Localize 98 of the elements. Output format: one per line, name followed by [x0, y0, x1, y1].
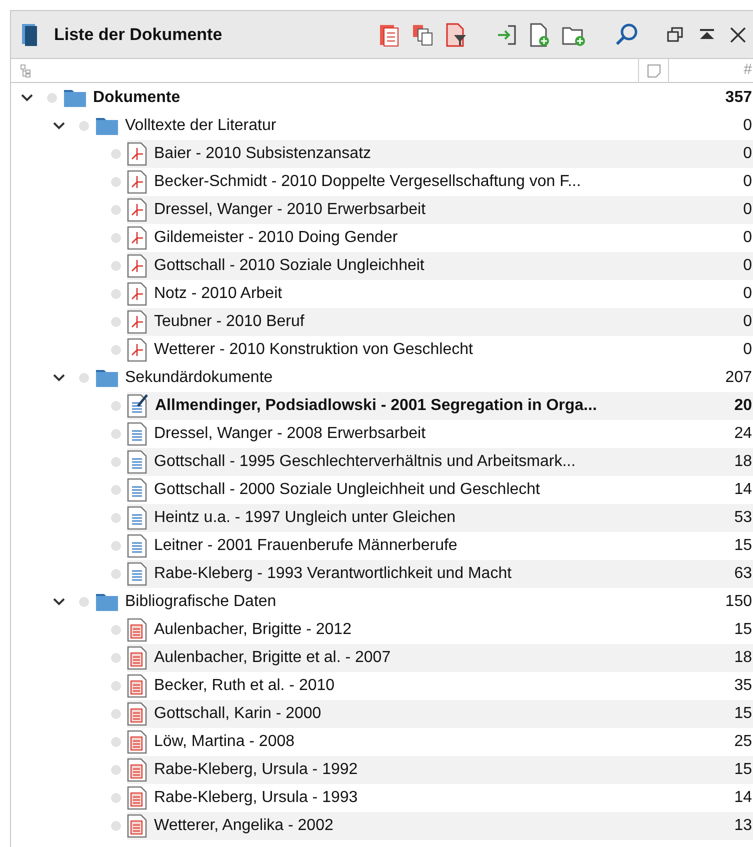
- document-label: Wetterer - 2010 Konstruktion von Geschlecht: [154, 340, 473, 360]
- document-label: Baier - 2010 Subsistenzansatz: [154, 144, 372, 164]
- memo-icon[interactable]: [646, 64, 660, 78]
- chevron-down-icon[interactable]: [52, 121, 66, 131]
- code-count: 53: [734, 508, 753, 528]
- bibliography-document-icon: [127, 758, 148, 782]
- document-filter-icon[interactable]: [444, 22, 468, 48]
- tree-row[interactable]: Bibliografische Daten 150: [11, 588, 753, 616]
- code-count: 15: [734, 704, 753, 724]
- code-count: 15: [734, 620, 753, 640]
- pdf-document-icon: [127, 226, 148, 250]
- pdf-document-icon: [127, 198, 148, 222]
- document-label: Rabe-Kleberg, Ursula - 1992: [154, 760, 358, 780]
- panel-title: Liste der Dokumente: [54, 24, 222, 46]
- code-count: 14: [734, 788, 753, 808]
- folder-label: Dokumente: [93, 88, 180, 108]
- tree-row[interactable]: Dokumente 357: [11, 84, 753, 112]
- tree-row[interactable]: Sekundärdokumente 207: [11, 364, 753, 392]
- search-icon[interactable]: [614, 22, 640, 48]
- tree-row[interactable]: Dressel, Wanger - 2008 Erwerbsarbeit 24: [11, 420, 753, 448]
- folder-label: Bibliografische Daten: [125, 592, 276, 612]
- code-count: 20: [734, 396, 753, 416]
- folder-icon: [95, 592, 119, 612]
- chevron-down-icon[interactable]: [52, 373, 66, 383]
- document-label: Löw, Martina - 2008: [154, 732, 295, 752]
- code-count: 35: [734, 676, 753, 696]
- document-label: Rabe-Kleberg - 1993 Verantwortlichkeit und Macht: [154, 564, 512, 584]
- code-count: 24: [734, 424, 753, 444]
- tree-row[interactable]: Notz - 2010 Arbeit 0: [11, 280, 753, 308]
- code-count: 0: [743, 200, 753, 220]
- document-label: Gottschall, Karin - 2000: [154, 704, 322, 724]
- document-label: Becker, Ruth et al. - 2010: [154, 676, 335, 696]
- code-count: 15: [734, 760, 753, 780]
- folder-icon: [95, 116, 119, 136]
- document-label: Rabe-Kleberg, Ursula - 1993: [154, 788, 358, 808]
- tree-row[interactable]: Rabe-Kleberg, Ursula - 1993 14: [11, 784, 753, 812]
- pdf-document-icon: [127, 338, 148, 362]
- code-count: 15: [734, 536, 753, 556]
- folder-icon: [63, 88, 87, 108]
- document-label: Wetterer, Angelika - 2002: [154, 816, 334, 836]
- code-count: 150: [725, 592, 753, 612]
- bibliography-document-icon: [127, 730, 148, 754]
- code-count: 13: [734, 816, 753, 836]
- tree-row[interactable]: Becker, Ruth et al. - 2010 35: [11, 672, 753, 700]
- code-count: 18: [734, 648, 753, 668]
- code-count: 0: [743, 144, 753, 164]
- bibliography-document-icon: [127, 618, 148, 642]
- bibliography-document-icon: [127, 814, 148, 838]
- folder-label: Sekundärdokumente: [125, 368, 273, 388]
- tree-row[interactable]: Gildemeister - 2010 Doing Gender 0: [11, 224, 753, 252]
- chevron-down-icon[interactable]: [20, 93, 34, 103]
- bibliography-document-icon: [127, 646, 148, 670]
- code-count: 0: [743, 284, 753, 304]
- code-count: 14: [734, 480, 753, 500]
- document-label: Dressel, Wanger - 2008 Erwerbsarbeit: [154, 424, 426, 444]
- document-label: Aulenbacher, Brigitte - 2012: [154, 620, 352, 640]
- pdf-document-icon: [127, 310, 148, 334]
- folder-icon: [95, 368, 119, 388]
- bibliography-document-icon: [127, 674, 148, 698]
- bibliography-document-icon: [127, 786, 148, 810]
- code-count: 357: [725, 88, 753, 108]
- tree-row[interactable]: Leitner - 2001 Frauenberufe Männerberufe 15: [11, 532, 753, 560]
- document-label: Gottschall - 2000 Soziale Ungleichheit und Geschlecht: [154, 480, 540, 500]
- document-label: Notz - 2010 Arbeit: [154, 284, 282, 304]
- code-count: 0: [743, 340, 753, 360]
- code-count: 0: [743, 312, 753, 332]
- code-count: 25: [734, 732, 753, 752]
- document-label: Gottschall - 2010 Soziale Ungleichheit: [154, 256, 424, 276]
- code-count: 207: [725, 368, 753, 388]
- tree-row[interactable]: Wetterer - 2010 Konstruktion von Geschlecht 0: [11, 336, 753, 364]
- document-label: Gottschall - 1995 Geschlechterverhältnis und Arbeitsmark...: [154, 452, 576, 472]
- tree-row[interactable]: Volltexte der Literatur 0: [11, 112, 753, 140]
- pdf-document-icon: [127, 254, 148, 278]
- tree-row[interactable]: Löw, Martina - 2008 25: [11, 728, 753, 756]
- code-count: 0: [743, 228, 753, 248]
- code-count: 0: [743, 256, 753, 276]
- tree-row[interactable]: Aulenbacher, Brigitte - 2012 15: [11, 616, 753, 644]
- chevron-down-icon[interactable]: [52, 597, 66, 607]
- document-label: Aulenbacher, Brigitte et al. - 2007: [154, 648, 391, 668]
- document-label: Dressel, Wanger - 2010 Erwerbsarbeit: [154, 200, 426, 220]
- document-label: Allmendinger, Podsiadlowski - 2001 Segregation in Orga...: [155, 396, 597, 416]
- pdf-document-icon: [127, 142, 148, 166]
- code-count: 0: [743, 116, 753, 136]
- code-count: 0: [743, 172, 753, 192]
- new-document-icon[interactable]: [528, 22, 552, 48]
- tree-row[interactable]: Becker-Schmidt - 2010 Doppelte Vergesellschaftung von F... 0: [11, 168, 753, 196]
- document-label: Leitner - 2001 Frauenberufe Männerberufe: [154, 536, 458, 556]
- document-label: Becker-Schmidt - 2010 Doppelte Vergesellschaftung von F...: [154, 172, 581, 192]
- document-label: Heintz u.a. - 1997 Ungleich unter Gleichen: [154, 508, 456, 528]
- bibliography-document-icon: [127, 702, 148, 726]
- document-label: Gildemeister - 2010 Doing Gender: [154, 228, 398, 248]
- code-count: 18: [734, 452, 753, 472]
- folder-label: Volltexte der Literatur: [125, 116, 276, 136]
- document-label: Teubner - 2010 Beruf: [154, 312, 304, 332]
- tree-row[interactable]: Gottschall - 2000 Soziale Ungleichheit und Geschlecht 14: [11, 476, 753, 504]
- pdf-document-icon: [127, 282, 148, 306]
- pdf-document-icon: [127, 170, 148, 194]
- code-count: 63: [734, 564, 753, 584]
